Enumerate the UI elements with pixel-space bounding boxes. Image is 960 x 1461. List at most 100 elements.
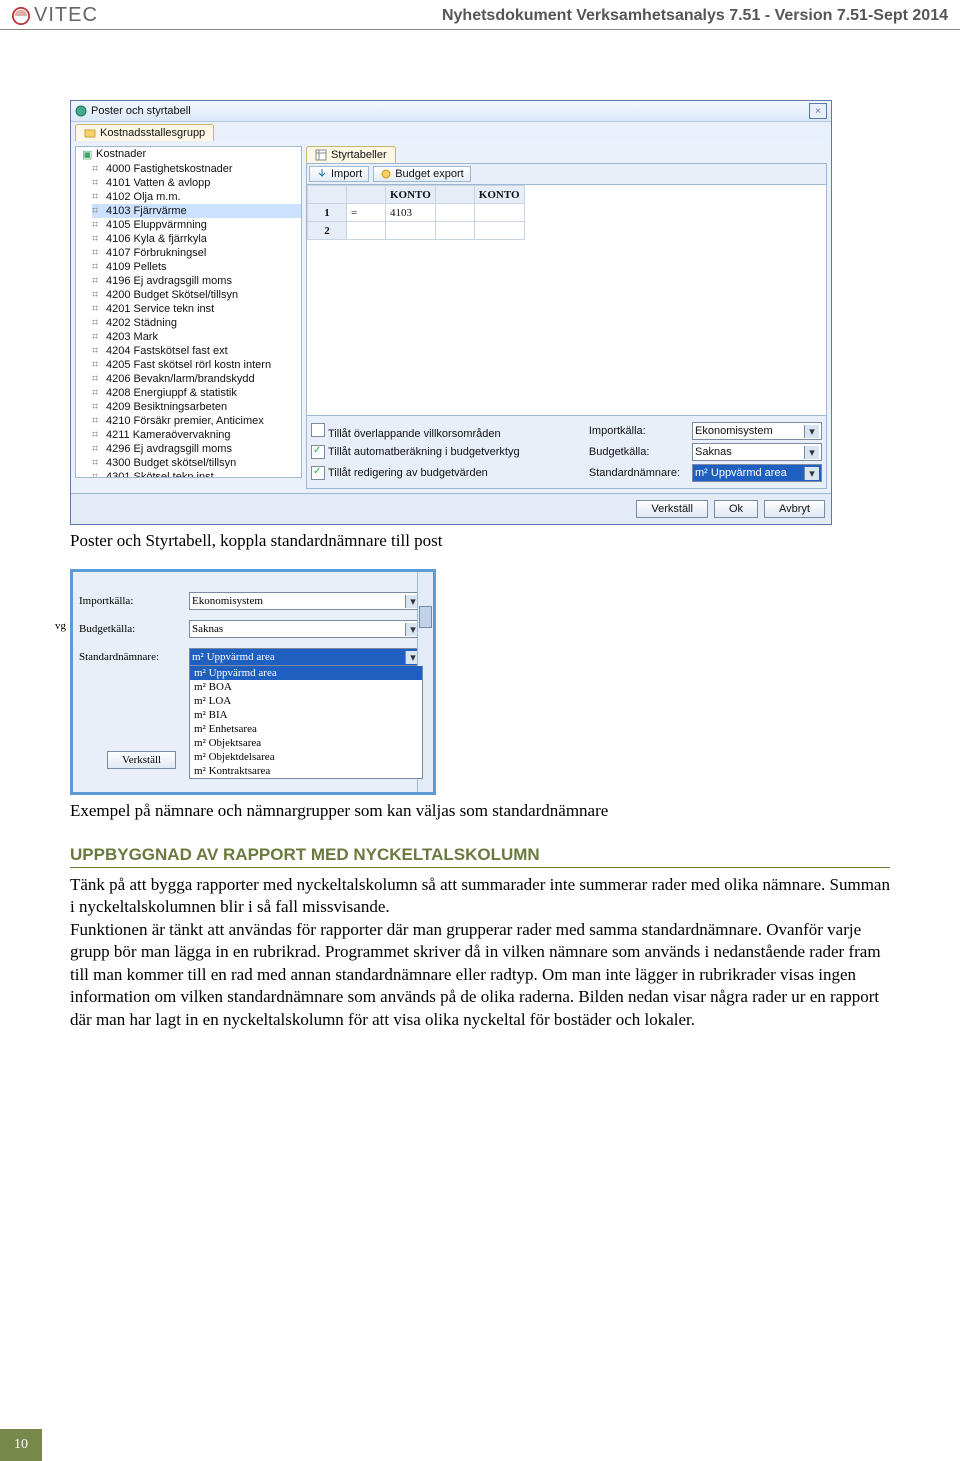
chevron-down-icon: ▾: [804, 446, 819, 459]
standardnamnare-value-2: m² Uppvärmd area: [192, 651, 275, 663]
export-icon: [380, 168, 392, 180]
dialog-button-row: Verkställ Ok Avbryt: [71, 493, 831, 524]
dropdown-option[interactable]: m² LOA: [190, 694, 422, 708]
label-budgetkalla-2: Budgetkälla:: [79, 623, 189, 635]
tree-item[interactable]: 4209 Besiktningsarbeten: [92, 400, 301, 414]
logo-text: VITEC: [34, 4, 98, 27]
cb-overlap[interactable]: Tillåt överlappande villkorsområden: [311, 423, 520, 440]
logo: VITEC: [12, 4, 98, 27]
truncated-text: vg: [55, 620, 66, 632]
tree-item[interactable]: 4201 Service tekn inst: [92, 302, 301, 316]
budgetkalla-combo-2[interactable]: Saknas▾: [189, 620, 423, 638]
page-number: 10: [0, 1429, 42, 1461]
konto-grid[interactable]: KONTO KONTO1=41032: [306, 184, 827, 416]
tree-item[interactable]: 4103 Fjärrvärme: [92, 204, 301, 218]
chevron-down-icon: ▾: [804, 467, 819, 480]
importkalla-combo[interactable]: Ekonomisystem ▾: [692, 422, 822, 440]
section-heading: UPPBYGGNAD AV RAPPORT MED NYCKELTALSKOLU…: [70, 845, 890, 868]
cancel-button[interactable]: Avbryt: [764, 500, 825, 518]
poster-styrtabell-dialog: Poster och styrtabell × Kostnadsstallesg…: [70, 100, 832, 525]
dropdown-option[interactable]: m² Objektsarea: [190, 736, 422, 750]
importkalla-value-2: Ekonomisystem: [192, 595, 263, 607]
tree-root[interactable]: Kostnader: [82, 147, 301, 161]
dropdown-option[interactable]: m² BIA: [190, 708, 422, 722]
dropdown-option[interactable]: m² Kontraktsarea: [190, 764, 422, 778]
tree-item[interactable]: 4200 Budget Skötsel/tillsyn: [92, 288, 301, 302]
cb-autocalc[interactable]: Tillåt automatberäkning i budgetverktyg: [311, 445, 520, 459]
tree-item[interactable]: 4301 Skötsel tekn inst: [92, 470, 301, 478]
tree-item[interactable]: 4106 Kyla & fjärrkyla: [92, 232, 301, 246]
tree-item[interactable]: 4210 Försäkr premier, Anticimex: [92, 414, 301, 428]
budgetkalla-value-2: Saknas: [192, 623, 223, 635]
tree-item[interactable]: 4102 Olja m.m.: [92, 190, 301, 204]
grid-header: KONTO: [386, 186, 436, 204]
chevron-down-icon: ▾: [804, 425, 819, 438]
grid-header: [308, 186, 347, 204]
grid-row[interactable]: 1=4103: [308, 204, 525, 222]
grid-header: [435, 186, 474, 204]
budgetkalla-combo[interactable]: Saknas ▾: [692, 443, 822, 461]
budget-export-button[interactable]: Budget export: [373, 166, 471, 182]
dialog-titlebar: Poster och styrtabell ×: [71, 101, 831, 122]
toolbar: Import Budget export: [306, 163, 827, 184]
standardnamnare-dropdown[interactable]: m² Uppvärmd aream² BOAm² LOAm² BIAm² Enh…: [189, 666, 423, 779]
tree-item[interactable]: 4300 Budget skötsel/tillsyn: [92, 456, 301, 470]
options-panel: Tillåt överlappande villkorsområden Impo…: [306, 416, 827, 489]
label-standardnamnare: Standardnämnare:: [589, 467, 680, 479]
tree-item[interactable]: 4107 Förbrukningsel: [92, 246, 301, 260]
importkalla-value: Ekonomisystem: [695, 425, 773, 437]
budget-export-label: Budget export: [395, 168, 464, 180]
tree-item[interactable]: 4205 Fast skötsel rörl kostn intern: [92, 358, 301, 372]
tree-pane[interactable]: Kostnader 4000 Fastighetskostnader4101 V…: [75, 146, 302, 478]
tree-item[interactable]: 4208 Energiuppf & statistik: [92, 386, 301, 400]
table-icon: [315, 149, 327, 161]
logo-icon: [12, 7, 30, 25]
dropdown-option[interactable]: m² Objektdelsarea: [190, 750, 422, 764]
grid-header: KONTO: [474, 186, 524, 204]
standardnamnare-combo[interactable]: m² Uppvärmd area ▾: [692, 464, 822, 482]
tree-item[interactable]: 4211 Kameraövervakning: [92, 428, 301, 442]
importkalla-combo-2[interactable]: Ekonomisystem▾: [189, 592, 423, 610]
tree-item[interactable]: 4202 Städning: [92, 316, 301, 330]
apply-button[interactable]: Verkställ: [636, 500, 708, 518]
tree-item[interactable]: 4203 Mark: [92, 330, 301, 344]
file-tab-label: Kostnadsstallesgrupp: [100, 127, 205, 139]
import-icon: [316, 168, 328, 180]
tree-item[interactable]: 4204 Fastskötsel fast ext: [92, 344, 301, 358]
dialog-title: Poster och styrtabell: [91, 105, 191, 117]
apply-button-2[interactable]: Verkställ: [107, 751, 176, 769]
tree-item[interactable]: 4109 Pellets: [92, 260, 301, 274]
grid-header: [347, 186, 386, 204]
folder-icon: [84, 127, 96, 139]
cb-editbudget[interactable]: Tillåt redigering av budgetvärden: [311, 466, 520, 480]
doc-title: Nyhetsdokument Verksamhetsanalys 7.51 - …: [442, 7, 948, 25]
caption-1: Poster och Styrtabell, koppla standardnä…: [70, 531, 890, 551]
dropdown-option[interactable]: m² Uppvärmd area: [190, 666, 422, 680]
import-button[interactable]: Import: [309, 166, 369, 182]
file-tab[interactable]: Kostnadsstallesgrupp: [75, 124, 214, 141]
tree-item[interactable]: 4105 Eluppvärmning: [92, 218, 301, 232]
styrtab-label: Styrtabeller: [331, 149, 387, 161]
globe-icon: [75, 105, 87, 117]
page-header: VITEC Nyhetsdokument Verksamhetsanalys 7…: [0, 0, 960, 30]
label-budgetkalla: Budgetkälla:: [589, 446, 680, 458]
label-standardnamnare-2: Standardnämnare:: [79, 651, 189, 663]
budgetkalla-value: Saknas: [695, 446, 732, 458]
styrtabeller-tab[interactable]: Styrtabeller: [306, 146, 396, 163]
caption-2: Exempel på nämnare och nämnargrupper som…: [70, 801, 890, 821]
standardnamnare-combo-2[interactable]: m² Uppvärmd area▾: [189, 648, 423, 666]
tree-item[interactable]: 4196 Ej avdragsgill moms: [92, 274, 301, 288]
tree-item[interactable]: 4101 Vatten & avlopp: [92, 176, 301, 190]
tree-item[interactable]: 4000 Fastighetskostnader: [92, 162, 301, 176]
ok-button[interactable]: Ok: [714, 500, 758, 518]
scroll-thumb[interactable]: [419, 606, 432, 628]
tree-item[interactable]: 4296 Ej avdragsgill moms: [92, 442, 301, 456]
dropdown-option[interactable]: m² BOA: [190, 680, 422, 694]
standardnamnare-value: m² Uppvärmd area: [695, 467, 787, 479]
close-button[interactable]: ×: [809, 103, 827, 119]
grid-row[interactable]: 2: [308, 222, 525, 240]
tree-item[interactable]: 4206 Bevakn/larm/brandskydd: [92, 372, 301, 386]
body-text: Tänk på att bygga rapporter med nyckelta…: [70, 874, 890, 1031]
dropdown-option[interactable]: m² Enhetsarea: [190, 722, 422, 736]
import-label: Import: [331, 168, 362, 180]
